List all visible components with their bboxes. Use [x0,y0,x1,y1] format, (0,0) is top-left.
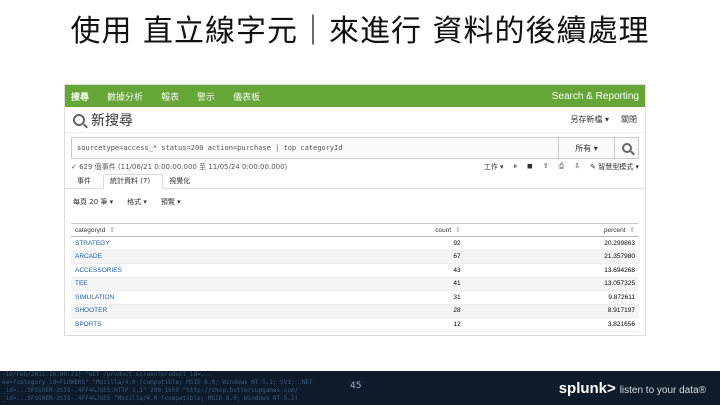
log-line: -10/Feb/2011:16:00:21] "GET /product.scr… [2,371,212,378]
slide-title: 使用 直立線字元｜來進行 資料的後續處理 [70,14,650,49]
log-background: -10/Feb/2011:16:00:21] "GET /product.scr… [0,371,500,405]
category-cell[interactable]: TEE [71,277,316,291]
search-icon [73,113,85,126]
share-icon[interactable]: ⇪ [543,162,549,172]
page-header: 新搜尋 另存新檔 ▾ 關閉 [65,107,645,133]
job-tools: 工作 ▾ ⏸ ◼ ⇪ ⎙ ⇩ ✎ 智慧型模式 ▾ [484,162,639,172]
page-title: 新搜尋 [91,112,133,129]
count-cell: 43 [315,263,465,278]
percent-cell: 8.917197 [464,304,639,318]
table-row: SHOOTER 28 8.917197 [71,304,639,318]
event-count-status: ✓ 629 個事件 (11/06/21 0:00:00.000 至 11/05/… [71,163,288,171]
app-name: Search & Reporting [551,90,639,102]
category-cell[interactable]: SPORTS [71,317,316,332]
slide-footer: -10/Feb/2011:16:00:21] "GET /product.scr… [0,371,720,405]
app-nav-bar: 搜尋 數據分析 報表 警示 儀表板 Search & Reporting [65,85,645,107]
search-icon [621,143,632,153]
column-header-categoryid[interactable]: categoryId ⇕ [71,223,316,237]
category-cell[interactable]: ARCADE [71,250,316,264]
print-icon[interactable]: ⎙ [559,162,565,172]
log-line: _id=...SFSG9ER-3S55-.4FF4&JSES:HTTP 1.1"… [2,387,299,394]
splunk-logo: splunk> listen to your data® [559,380,706,397]
format-dropdown[interactable]: 格式 ▾ [127,197,147,207]
brand-tagline: listen to your data® [619,385,706,396]
pause-icon[interactable]: ⏸ [513,162,517,172]
category-cell[interactable]: ACCESSORIES [71,263,316,278]
search-button[interactable] [614,138,638,158]
result-options: 每頁 20 筆 ▾ 格式 ▾ 預覽 ▾ [65,189,645,215]
category-cell[interactable]: SHOOTER [71,304,316,318]
count-cell: 41 [315,277,465,291]
table-row: SIMULATION 31 9.872611 [71,290,639,305]
header-actions: 另存新檔 ▾ 關閉 [570,114,637,125]
percent-cell: 20.299863 [464,236,639,251]
table-row: ARCADE 67 21.357980 [71,250,639,264]
percent-cell: 21.357980 [464,250,639,264]
brand-logo: splunk> [558,380,616,397]
tab-events[interactable]: 事件 [71,176,103,188]
sort-icon: ⇕ [629,227,635,234]
category-cell[interactable]: STRATEGY [71,236,316,251]
splunk-app-window: 搜尋 數據分析 報表 警示 儀表板 Search & Reporting 新搜尋… [64,84,646,336]
nav-item-reports[interactable]: 報表 [161,90,179,103]
slide: 使用 直立線字元｜來進行 資料的後續處理 搜尋 數據分析 報表 警示 儀表板 S… [0,0,720,405]
column-header-percent[interactable]: percent ⇕ [464,223,639,237]
job-status-row: ✓ 629 個事件 (11/06/21 0:00:00.000 至 11/05/… [65,159,645,175]
result-tabs: 事件 統計資料 (7) 視覺化 [65,174,645,189]
count-cell: 12 [315,317,465,332]
tab-visualization[interactable]: 視覺化 [163,176,202,188]
table-row: SPORTS 12 3.821656 [71,317,639,332]
percent-cell: 13.694268 [464,263,639,278]
stop-icon[interactable]: ◼ [527,162,533,172]
table-row: ACCESSORIES 43 13.694268 [71,263,639,278]
tab-statistics[interactable]: 統計資料 (7) [103,174,164,189]
close-button[interactable]: 關閉 [621,114,637,125]
nav-item-search[interactable]: 搜尋 [71,90,89,103]
percent-cell: 9.872611 [464,290,639,305]
percent-cell: 3.821656 [464,317,639,332]
save-as-button[interactable]: 另存新檔 ▾ [570,114,609,125]
time-range-picker[interactable]: 所有 ▾ [558,138,614,158]
nav-item-dashboards[interactable]: 儀表板 [233,90,260,103]
count-cell: 28 [315,304,465,318]
log-line: _id=...SFSG9ER-3S55-.4FF4&JSES "Mozilla/… [2,395,299,402]
results-table: categoryId ⇕ count ⇕ percent ⇕ STRATEGY 92 … [71,223,639,332]
per-page-dropdown[interactable]: 每頁 20 筆 ▾ [73,197,113,207]
sort-icon: ⇕ [455,227,461,234]
table-row: STRATEGY 92 20.299863 [71,236,639,251]
preview-dropdown[interactable]: 預覽 ▾ [161,197,181,207]
percent-cell: 13.057325 [464,277,639,291]
job-menu-button[interactable]: 工作 ▾ [484,162,504,172]
search-bar: 所有 ▾ [71,137,639,159]
page-number: 45 [350,381,362,391]
table-row: TEE 41 13.057325 [71,277,639,291]
nav-item-alerts[interactable]: 警示 [197,90,215,103]
export-icon[interactable]: ⇩ [574,162,580,172]
log-line: ew=?category_id=FLOWERS" "Mozilla/4.0 (c… [2,379,313,386]
column-header-count[interactable]: count ⇕ [315,223,465,237]
count-cell: 31 [315,290,465,305]
category-cell[interactable]: SIMULATION [71,290,316,305]
search-mode-selector[interactable]: ✎ 智慧型模式 ▾ [590,162,639,172]
search-input[interactable] [72,138,558,158]
sort-icon: ⇕ [109,227,115,234]
count-cell: 67 [315,250,465,264]
table-header-row: categoryId ⇕ count ⇕ percent ⇕ [71,223,639,237]
nav-item-datasets[interactable]: 數據分析 [107,90,143,103]
count-cell: 92 [315,236,465,251]
